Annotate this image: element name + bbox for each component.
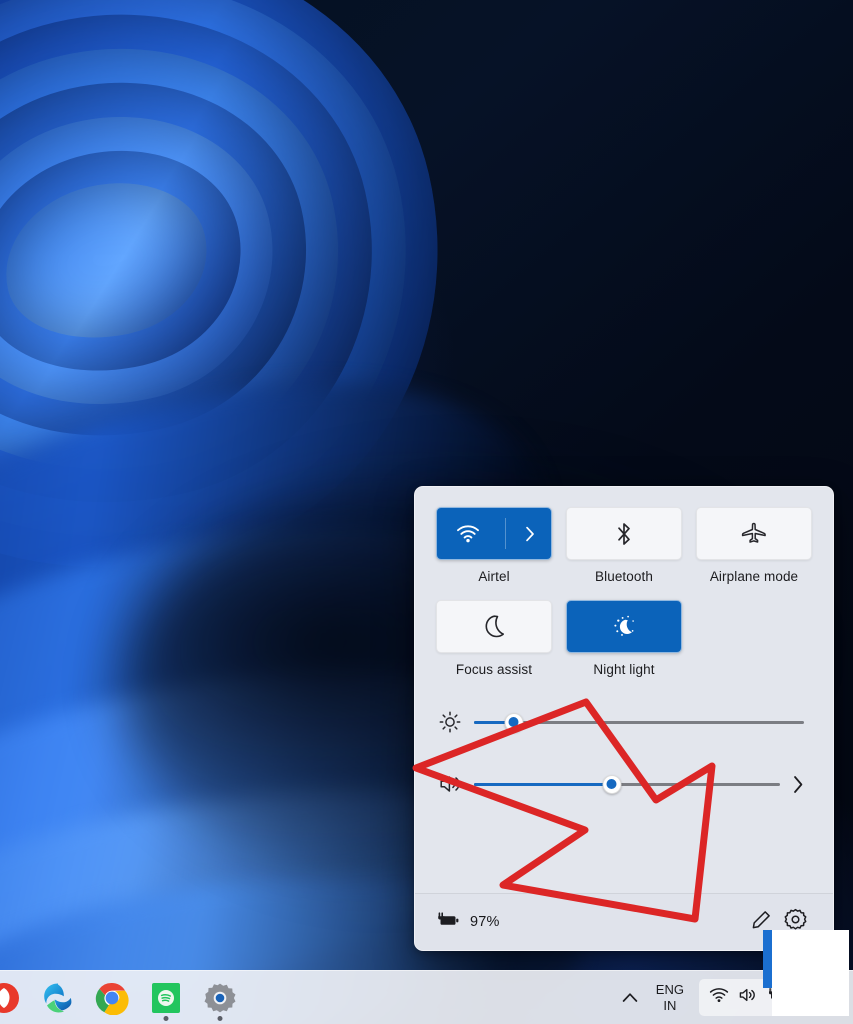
tile-cell-focus-assist: Focus assist	[436, 600, 552, 691]
quick-tile-label-focus-assist: Focus assist	[455, 662, 533, 677]
taskbar-app-chrome[interactable]	[94, 980, 130, 1016]
quick-settings-tile-grid: Airtel Bluetooth Airplane mode Focus ass…	[436, 507, 812, 691]
taskbar[interactable]: ENG IN	[0, 970, 853, 1024]
quick-tile-focus-assist[interactable]	[436, 600, 552, 653]
quick-tile-airplane-mode[interactable]	[696, 507, 812, 560]
chevron-right-icon[interactable]	[525, 526, 535, 542]
bluetooth-icon	[614, 521, 634, 547]
brightness-slider-track[interactable]	[474, 712, 804, 732]
tile-cell-empty	[696, 600, 812, 691]
tile-cell-night-light: Night light	[566, 600, 682, 691]
battery-charging-icon	[436, 911, 462, 934]
airplane-icon	[740, 521, 768, 546]
brightness-slider-row[interactable]	[436, 691, 812, 753]
volume-slider-row[interactable]	[436, 753, 812, 815]
tray-language-line2: IN	[663, 997, 677, 1013]
quick-settings-body: Airtel Bluetooth Airplane mode Focus ass…	[415, 487, 833, 815]
tray-wifi-icon	[709, 987, 729, 1008]
quick-tile-label-night-light: Night light	[593, 662, 655, 677]
taskbar-app-pinned[interactable]	[0, 980, 22, 1016]
moon-icon	[483, 614, 506, 639]
quick-tile-wifi[interactable]	[436, 507, 552, 560]
quick-tile-label-bluetooth: Bluetooth	[595, 569, 653, 584]
taskbar-app-spotify[interactable]	[148, 980, 184, 1021]
brightness-slider-thumb[interactable]	[504, 712, 524, 732]
tray-language-indicator[interactable]: ENG IN	[647, 971, 693, 1024]
volume-expand-chevron-icon[interactable]	[786, 775, 810, 794]
capture-artifact-white-overlay	[772, 930, 849, 1016]
taskbar-app-list	[0, 980, 238, 1021]
wifi-icon	[456, 524, 480, 543]
quick-tile-bluetooth[interactable]	[566, 507, 682, 560]
volume-icon	[438, 772, 472, 796]
quick-settings-panel[interactable]: Airtel Bluetooth Airplane mode Focus ass…	[414, 486, 834, 951]
tray-expand-chevron-icon[interactable]	[613, 971, 647, 1024]
night-light-icon	[610, 613, 638, 641]
volume-slider-track[interactable]	[474, 774, 780, 794]
battery-status: 97%	[436, 911, 500, 934]
taskbar-app-settings[interactable]	[202, 980, 238, 1021]
quick-tile-label-airplane-mode: Airplane mode	[709, 569, 799, 584]
volume-slider-thumb[interactable]	[602, 774, 622, 794]
quick-tile-night-light[interactable]	[566, 600, 682, 653]
tray-language-line1: ENG	[655, 981, 684, 997]
quick-tile-label-wifi: Airtel	[478, 569, 510, 584]
brightness-icon	[438, 710, 472, 734]
taskbar-app-edge[interactable]	[40, 980, 76, 1016]
battery-percentage: 97%	[470, 914, 500, 930]
tile-cell-bluetooth: Bluetooth	[566, 507, 682, 598]
tile-cell-wifi: Airtel	[436, 507, 552, 598]
tray-volume-icon	[738, 986, 758, 1009]
tile-cell-airplane: Airplane mode	[696, 507, 812, 598]
